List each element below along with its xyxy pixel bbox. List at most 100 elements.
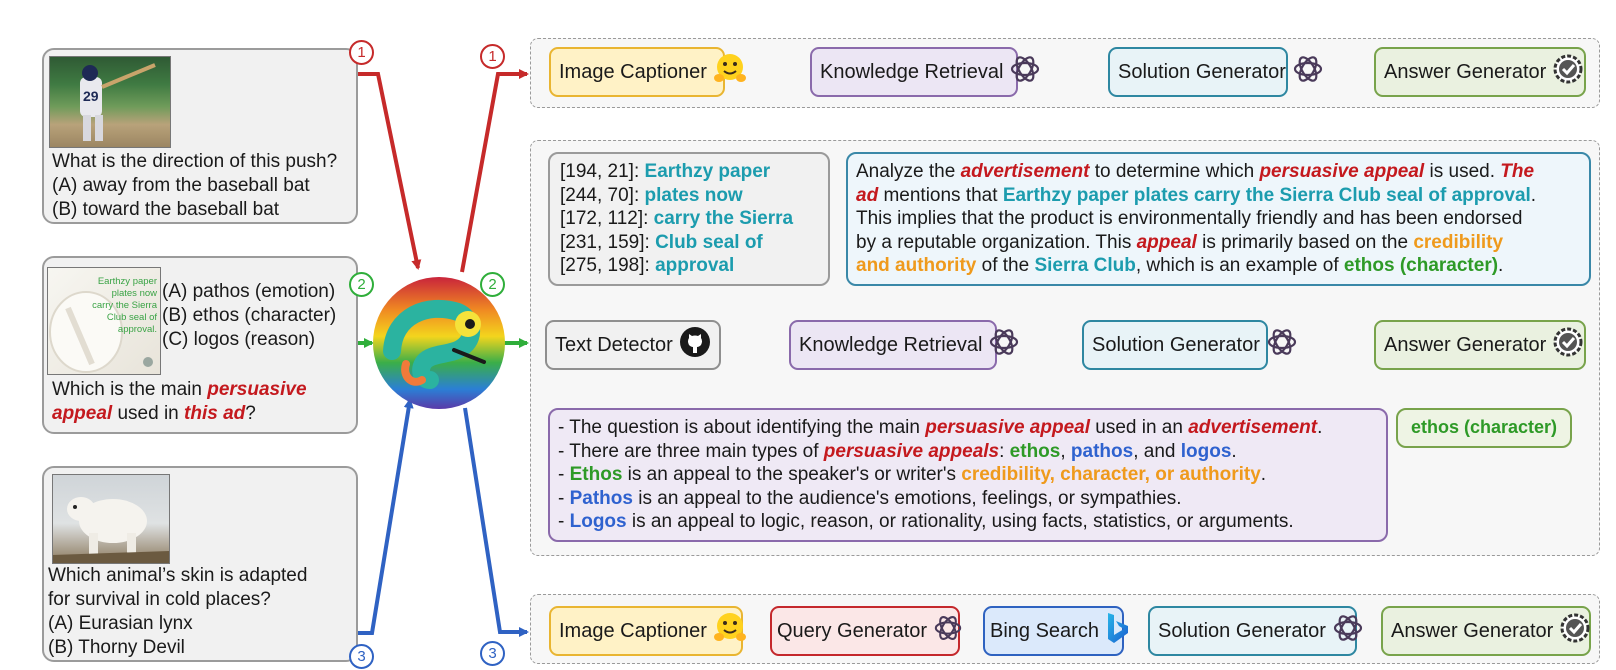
keyword: ethos [1009,440,1061,462]
question-card-3: Which animal’s skin is adapted for survi… [42,466,358,662]
knowledge-retrieval-output: - The question is about identifying the … [548,408,1388,542]
keyword: advertisement [1188,417,1318,438]
keyword-this-ad: this ad [184,403,246,424]
knowledge-text: used in an [1089,417,1189,438]
text-detector-module: Text Detector [545,320,721,370]
ocr-coord: [172, 112]: [560,208,654,229]
solution-text: is used. [1424,161,1501,182]
checkmark-gear-icon [1559,612,1591,650]
answer-generator-module: Answer Generator [1381,606,1591,656]
ad-text-line: carry the Sierra [92,300,157,311]
solution-generator-module: Solution Generator [1082,320,1296,370]
knowledge-text: - There are three main types of [558,440,824,462]
solution-text: by a reputable organization. This [856,231,1137,253]
ocr-text: Earthzy paper [644,161,771,182]
knowledge-retrieval-module: Knowledge Retrieval [789,320,1019,370]
path-1-badge: 1 [480,44,505,69]
option-c: (C) logos (reason) [162,329,316,350]
openai-icon [933,613,963,649]
knowledge-text: . [1260,464,1267,485]
knowledge-text: , [1060,440,1071,462]
option-b: (B) Thorny Devil [48,637,185,658]
path-2-badge: 2 [349,272,374,297]
module-label: Solution Generator [1092,333,1260,356]
option-b: (B) ethos (character) [162,305,337,326]
module-label: Answer Generator [1384,60,1547,83]
question-text: Which is the main [52,379,208,400]
question-mark: ? [245,403,256,424]
keyword: persuasive appeal [1259,161,1425,182]
query-generator-module: Query Generator [770,606,963,656]
solution-text: mentions that [878,184,1003,206]
question-text: Which animal’s skin is adapted [48,565,308,586]
solution-generator-module: Solution Generator [1108,47,1322,97]
question-text: used in [112,403,185,424]
github-icon [679,326,711,364]
ocr-coord: [231, 159]: [560,231,656,253]
knowledge-text: - [558,511,570,532]
ocr-text: plates now [644,184,743,206]
hugging-face-icon [713,52,747,92]
solution-text: . [1498,255,1504,276]
final-answer: ethos (character) [1396,408,1572,448]
openai-icon [1292,53,1324,91]
solution-text: of the [976,255,1035,276]
knowledge-text: , and [1133,440,1181,462]
checkmark-gear-icon [1552,53,1584,91]
openai-icon [1009,53,1041,91]
solution-text: This implies that the product is environ… [856,208,1523,229]
question-text: for survival in cold places? [48,589,271,610]
keyword-persuasive: persuasive [207,379,307,400]
option-b: (B) toward the baseball bat [52,199,280,220]
knowledge-text: is an appeal to logic, reason, or ration… [626,511,1294,532]
module-label: Answer Generator [1384,333,1547,356]
hugging-face-icon [713,611,747,651]
knowledge-text: - [558,487,570,509]
keyword: credibility, character, or authority [961,464,1261,485]
keyword: Sierra Club [1034,255,1136,276]
module-label: Solution Generator [1118,60,1286,83]
module-label: Text Detector [555,333,673,356]
keyword: Earthzy paper plates carry the Sierra Cl… [1002,184,1531,206]
keyword-appeal: appeal [52,403,113,424]
openai-icon [1332,612,1364,650]
option-a: (A) pathos (emotion) [162,281,336,302]
bing-icon [1105,611,1131,651]
solution-text: is primarily based on the [1196,231,1414,253]
keyword: Pathos [569,487,633,509]
keyword: persuasive appeal [925,417,1090,438]
module-label: Image Captioner [559,619,707,642]
path-2-badge: 2 [480,272,505,297]
answer-generator-module: Answer Generator [1374,47,1586,97]
question-card-2: Earthzy paper plates now carry the Sierr… [42,256,358,434]
knowledge-text: is an appeal to the audience's emotions,… [632,487,1182,509]
openai-icon [1266,326,1298,364]
keyword: logos [1180,440,1232,462]
path-3-badge: 3 [480,641,505,666]
keyword: and authority [856,255,977,276]
solution-output: Analyze the advertisement to determine w… [846,152,1591,286]
module-label: Query Generator [777,619,928,642]
question-text: What is the direction of this push? [52,151,338,172]
keyword: credibility [1413,231,1504,253]
ocr-coord: [275, 198]: [560,255,656,276]
knowledge-text: . [1231,440,1237,462]
keyword: pathos [1070,440,1134,462]
bing-search-module: Bing Search [983,606,1128,656]
solution-text: to determine which [1089,161,1260,182]
ad-text-line: Club seal of [106,312,157,323]
ad-text-line: Earthzy paper [97,276,157,287]
module-label: Bing Search [990,619,1099,642]
knowledge-text: is an appeal to the speaker's or writer'… [622,464,962,485]
image-captioner-module: Image Captioner [549,606,746,656]
svg-text:29: 29 [83,88,99,104]
checkmark-gear-icon [1552,326,1584,364]
knowledge-text: . [1317,417,1323,438]
keyword: Logos [569,511,627,532]
module-label: Answer Generator [1391,619,1554,642]
knowledge-text: : [999,440,1010,462]
polar-bear-photo [52,474,170,564]
keyword: The [1500,161,1535,182]
answer-generator-module: Answer Generator [1374,320,1586,370]
ad-text-line: plates now [111,288,157,299]
